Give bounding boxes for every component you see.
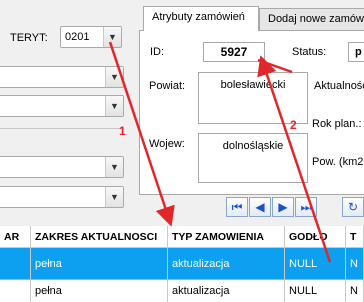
annotation-number-2: 2 [290,118,297,132]
annotation-number-1: 1 [119,124,126,138]
annotation-overlay [108,41,332,263]
tab-label: Atrybuty zamówień [152,11,245,23]
annotation-arrow-2 [257,55,332,263]
tab-atrybuty-zamowien[interactable]: Atrybuty zamówień [143,6,259,31]
